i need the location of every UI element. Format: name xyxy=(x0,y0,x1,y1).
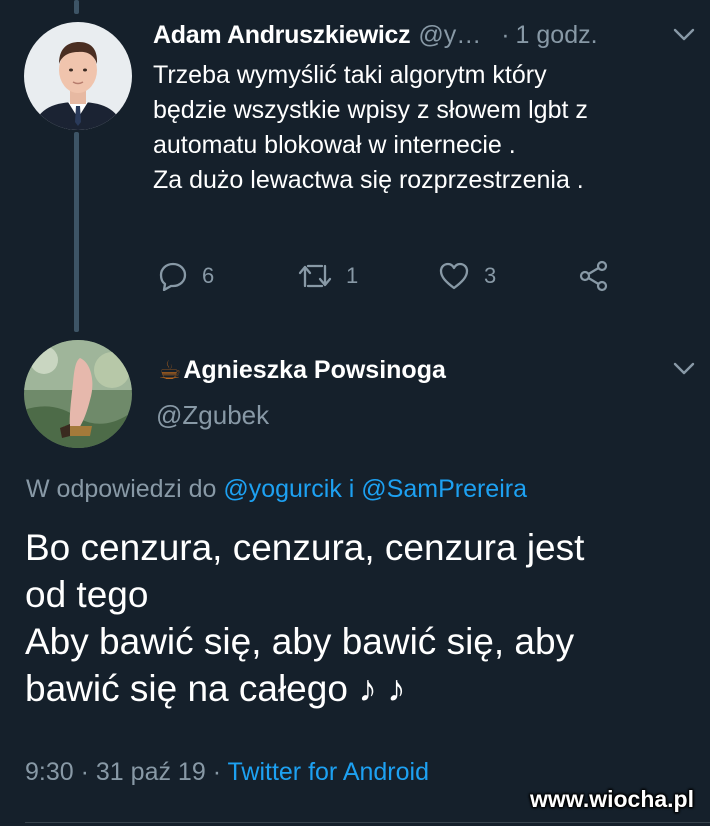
watermark: www.wiocha.pl xyxy=(530,786,694,812)
tweet1-actions: 6 1 3 xyxy=(158,256,628,296)
tweet2-line: Bo cenzura, cenzura, cenzura jest xyxy=(25,527,585,568)
chevron-down-icon[interactable] xyxy=(673,362,695,376)
meta-separator: · xyxy=(80,758,89,786)
tweet2-time: 9:30 xyxy=(25,758,74,786)
tweet1-author-name[interactable]: Adam Andruszkiewicz xyxy=(153,21,411,50)
retweet-icon xyxy=(298,262,332,290)
tweet2-author-name[interactable]: Agnieszka Powsinoga xyxy=(183,356,446,385)
tweet1-text: Trzeba wymyślić taki algorytm który będz… xyxy=(153,58,693,198)
like-icon xyxy=(438,261,470,291)
thread-line-top xyxy=(74,0,79,14)
tweet2-author[interactable]: ☕ Agnieszka Powsinoga xyxy=(158,350,446,390)
reply-and: i xyxy=(348,475,355,503)
meta-separator: · xyxy=(212,758,222,786)
reply-count: 6 xyxy=(202,263,215,288)
tweet2-line: Aby bawić się, aby bawić się, aby xyxy=(25,621,575,662)
tweet1-line: Trzeba wymyślić taki algorytm który xyxy=(153,61,547,89)
reply-icon xyxy=(158,261,188,291)
tweet2-meta: 9:30 · 31 paź 19 · Twitter for Android xyxy=(25,758,429,787)
tweet2-text: Bo cenzura, cenzura, cenzura jest od teg… xyxy=(25,524,695,712)
reply-prefix: W odpowiedzi do xyxy=(26,475,217,503)
mention-link[interactable]: @yogurcik xyxy=(223,475,341,503)
share-button[interactable] xyxy=(578,256,610,296)
avatar-agnieszka[interactable] xyxy=(24,340,132,448)
tweet1-line: automatu blokował w internecie . xyxy=(153,131,516,159)
thread-line-middle xyxy=(74,132,79,332)
tweet1-line: Za dużo lewactwa się rozprzestrzenia . xyxy=(153,166,584,194)
tweet2-line: bawić się na całego ♪ ♪ xyxy=(25,668,406,709)
avatar-adam[interactable] xyxy=(24,22,132,130)
retweet-button[interactable]: 1 xyxy=(298,256,358,296)
like-button[interactable]: 3 xyxy=(438,256,496,296)
reply-button[interactable]: 6 xyxy=(158,256,214,296)
divider xyxy=(25,822,710,823)
like-count: 3 xyxy=(484,263,497,288)
tweet1-line: będzie wszystkie wpisy z słowem lgbt z xyxy=(153,96,588,124)
mention-link[interactable]: @SamPrereira xyxy=(361,475,527,503)
tweet1-separator: · xyxy=(501,20,510,49)
tweet2-date: 31 paź 19 xyxy=(95,758,206,786)
coffee-emoji-icon: ☕ xyxy=(158,354,182,385)
retweet-count: 1 xyxy=(346,263,359,288)
tweet1-author-handle[interactable]: @y… xyxy=(418,21,481,50)
tweet2-line: od tego xyxy=(25,574,149,615)
tweet1-header: Adam Andruszkiewicz @y… · 1 godz. xyxy=(153,18,693,52)
tweet1-timestamp[interactable]: 1 godz. xyxy=(516,21,598,50)
chevron-down-icon[interactable] xyxy=(673,28,695,42)
share-icon xyxy=(578,260,610,292)
tweet2-source-link[interactable]: Twitter for Android xyxy=(228,758,429,786)
reply-context: W odpowiedzi do @yogurcik i @SamPrereira xyxy=(26,475,527,504)
tweet2-author-handle[interactable]: @Zgubek xyxy=(156,400,269,431)
